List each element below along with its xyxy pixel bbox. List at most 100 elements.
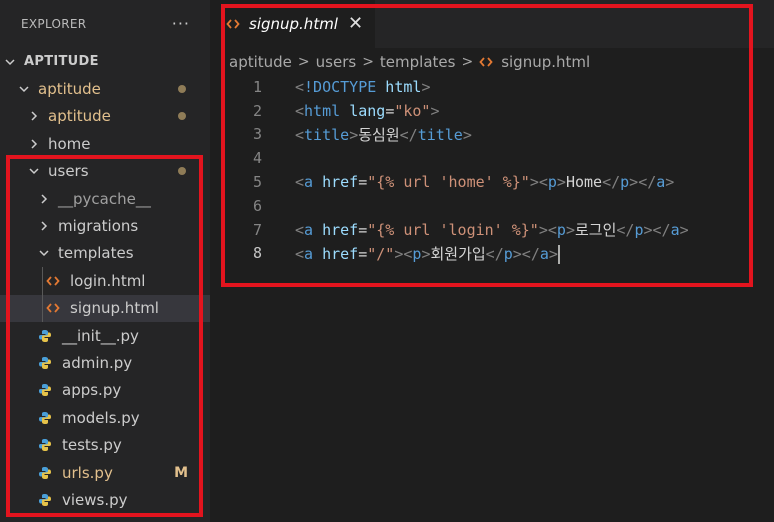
- chevron-down-icon: [38, 247, 50, 259]
- explorer-title: EXPLORER: [21, 17, 87, 31]
- file-login-html[interactable]: login.html: [0, 267, 210, 294]
- code-line: 2 <html lang="ko">: [210, 99, 774, 123]
- chevron-right-icon: >: [362, 53, 374, 70]
- line-number: 5: [252, 173, 262, 192]
- breadcrumb-item-templates[interactable]: templates: [380, 53, 456, 71]
- explorer-header: EXPLORER ···: [0, 0, 210, 48]
- line-text: <!DOCTYPE html>: [295, 77, 431, 96]
- tree-item-label: templates: [58, 244, 134, 263]
- python-file-icon: [38, 466, 52, 480]
- line-text: <a href="{% url 'home' %}"><p>Home</p></…: [295, 173, 675, 192]
- tree-item-label: login.html: [70, 271, 146, 290]
- file-tests-py[interactable]: tests.py: [0, 431, 210, 458]
- line-text: <a href="/"><p>회원가입</p></a>: [295, 244, 560, 264]
- tree-item-label: signup.html: [70, 299, 159, 318]
- editor-area: signup.html ✕ aptitude > users > templat…: [210, 0, 774, 522]
- code-line: 6: [210, 194, 774, 218]
- folder-migrations[interactable]: migrations: [0, 212, 210, 239]
- folder-home[interactable]: home: [0, 130, 210, 157]
- folder-aptitude[interactable]: aptitude: [0, 103, 210, 130]
- close-icon[interactable]: ✕: [348, 15, 363, 33]
- line-text: <html lang="ko">: [295, 101, 440, 120]
- breadcrumb-item-aptitude[interactable]: aptitude: [229, 53, 292, 71]
- chevron-right-icon: [28, 138, 40, 150]
- file-apps-py[interactable]: apps.py: [0, 377, 210, 404]
- file-urls-py[interactable]: urls.py M: [0, 459, 210, 486]
- python-file-icon: [38, 329, 52, 343]
- modified-dot-icon: [178, 167, 186, 176]
- more-actions-icon[interactable]: ···: [172, 16, 190, 32]
- modified-dot-icon: [178, 112, 186, 121]
- code-editor[interactable]: 1 <!DOCTYPE html> 2 <html lang="ko"> 3 <title…: [210, 75, 774, 265]
- tree-item-label: migrations: [58, 217, 139, 236]
- text-cursor: [557, 244, 560, 264]
- python-file-icon: [38, 493, 52, 507]
- code-line: 7 <a href="{% url 'login' %}"><p>로그인</p><…: [210, 218, 774, 242]
- tree-item-label: views.py: [62, 490, 128, 509]
- file-models-py[interactable]: models.py: [0, 404, 210, 431]
- line-number: 7: [252, 220, 262, 239]
- modified-dot-icon: [178, 85, 186, 94]
- line-number: 1: [252, 77, 262, 96]
- chevron-right-icon: [28, 110, 40, 122]
- line-number: 4: [252, 149, 262, 168]
- html-file-icon: [479, 55, 493, 69]
- file-admin-py[interactable]: admin.py: [0, 349, 210, 376]
- workspace-section-label: APTITUDE: [24, 54, 99, 70]
- tree-item-label: aptitude: [38, 80, 101, 99]
- python-file-icon: [38, 383, 52, 397]
- code-line: 4: [210, 146, 774, 170]
- file-tree: APTITUDE aptitude aptitude home users __pyca…: [0, 48, 210, 514]
- chevron-right-icon: [38, 193, 50, 205]
- code-line: 3 <title>동심원</title>: [210, 123, 774, 147]
- indent-guide: [42, 267, 43, 322]
- breadcrumb-item-file[interactable]: signup.html: [501, 53, 590, 71]
- chevron-right-icon: >: [297, 53, 310, 70]
- code-line: 5 <a href="{% url 'home' %}"><p>Home</p><…: [210, 170, 774, 194]
- tree-item-label: __init__.py: [62, 326, 139, 345]
- tree-item-label: home: [48, 134, 91, 153]
- python-file-icon: [38, 438, 52, 452]
- html-file-icon: [46, 274, 60, 288]
- python-file-icon: [38, 411, 52, 425]
- tab-bar: signup.html ✕: [210, 0, 774, 48]
- tree-item-label: models.py: [62, 408, 140, 427]
- tree-item-label: __pycache__: [58, 189, 151, 208]
- html-file-icon: [46, 301, 60, 315]
- chevron-right-icon: [38, 220, 50, 232]
- folder-templates[interactable]: templates: [0, 240, 210, 267]
- tree-item-label: tests.py: [62, 436, 122, 455]
- tree-item-label: users: [48, 162, 89, 181]
- file-init-py[interactable]: __init__.py: [0, 322, 210, 349]
- workspace-section-header[interactable]: APTITUDE: [0, 48, 210, 75]
- code-line: 1 <!DOCTYPE html>: [210, 75, 774, 99]
- modified-badge: M: [174, 464, 188, 481]
- breadcrumb: aptitude > users > templates > signup.ht…: [210, 48, 774, 75]
- chevron-right-icon: >: [461, 53, 474, 70]
- folder-users[interactable]: users: [0, 158, 210, 185]
- tab-signup-html[interactable]: signup.html ✕: [210, 0, 376, 48]
- code-line: 8 <a href="/"><p>회원가입</p></a>: [210, 242, 774, 266]
- chevron-down-icon: [18, 83, 30, 95]
- line-number: 8: [252, 244, 262, 263]
- line-number: 2: [252, 101, 262, 120]
- line-text: <a href="{% url 'login' %}"><p>로그인</p></…: [295, 221, 689, 240]
- line-text: <title>동심원</title>: [295, 125, 472, 144]
- explorer-sidebar: EXPLORER ··· APTITUDE aptitude aptitude ho…: [0, 0, 210, 522]
- python-file-icon: [38, 356, 52, 370]
- line-number: 6: [252, 196, 262, 215]
- folder-aptitude[interactable]: aptitude: [0, 75, 210, 102]
- tree-item-label: apps.py: [62, 381, 122, 400]
- html-file-icon: [226, 17, 240, 31]
- file-views-py[interactable]: views.py: [0, 486, 210, 513]
- file-signup-html[interactable]: signup.html: [0, 294, 210, 322]
- folder-pycache[interactable]: __pycache__: [0, 185, 210, 212]
- tree-item-label: admin.py: [62, 353, 133, 372]
- tab-label: signup.html: [249, 15, 338, 33]
- breadcrumb-item-users[interactable]: users: [316, 53, 357, 71]
- tree-item-label: aptitude: [48, 107, 111, 126]
- line-number: 3: [252, 125, 262, 144]
- chevron-down-icon: [4, 56, 16, 68]
- chevron-down-icon: [28, 165, 40, 177]
- tree-item-label: urls.py: [62, 463, 113, 482]
